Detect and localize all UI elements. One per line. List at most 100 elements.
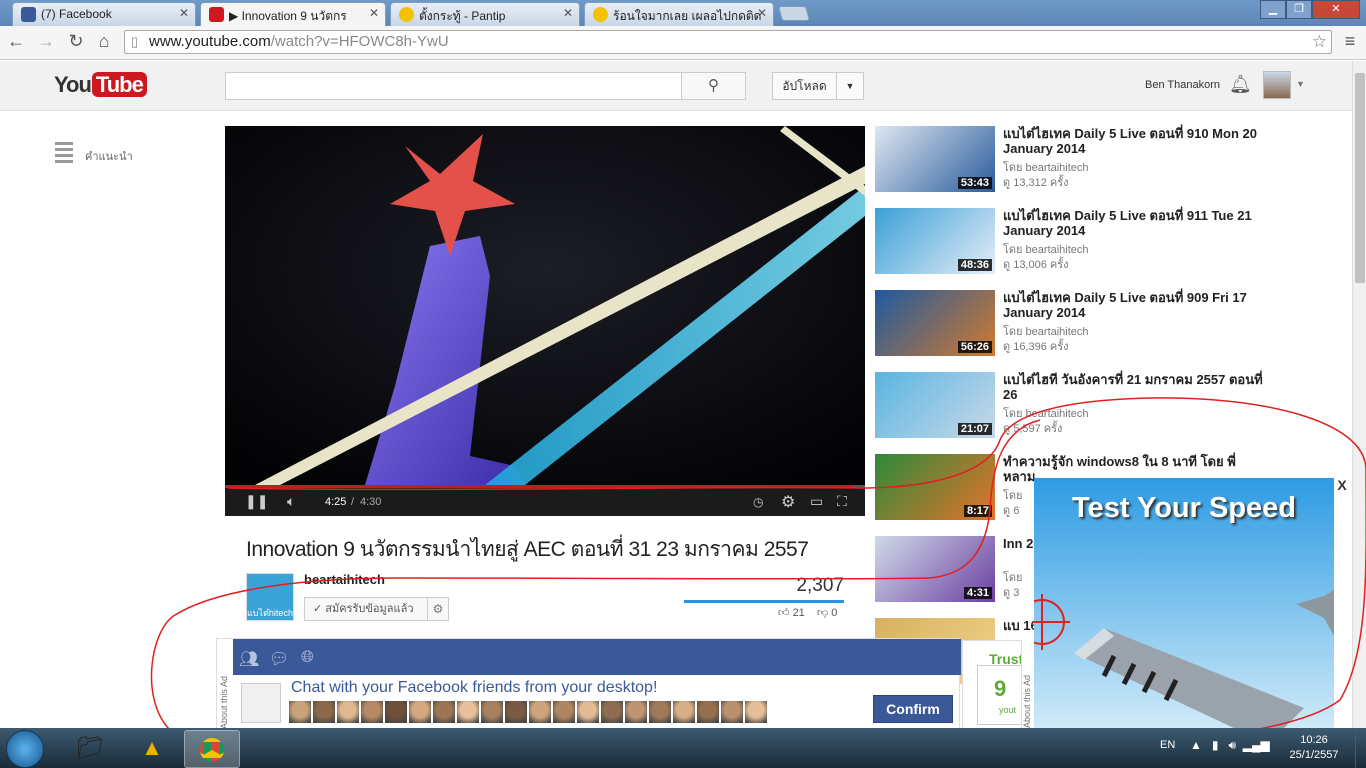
about-this-ad-label-2[interactable]: About this Ad: [1022, 675, 1032, 728]
video-duration: 53:43: [957, 177, 992, 189]
related-video-item[interactable]: 53:43 แบไต๋ไฮเทค Daily 5 Live ตอนที่ 910 …: [875, 126, 1257, 196]
language-indicator[interactable]: EN: [1160, 739, 1175, 751]
tray-expand-icon[interactable]: ▲: [1190, 738, 1202, 752]
youtube-icon: [209, 7, 224, 22]
speed-test-ad[interactable]: Test Your Speed: [1034, 478, 1334, 728]
facebook-ad[interactable]: 👥︎ 💬︎ 🌐︎ About this Ad Chat with your Fa…: [216, 637, 961, 730]
speaker-icon[interactable]: 🔊︎: [1229, 738, 1237, 752]
related-video-title[interactable]: แบไต๋ไฮเทค Daily 5 Live ตอนที่ 910 Mon 2…: [1003, 126, 1263, 156]
related-video-item[interactable]: 21:07 แบไต๋ไฮที วันอังคารที่ 21 มกราคม 25…: [875, 372, 1263, 442]
friend-face-icon: [553, 701, 575, 723]
time-total: 4:30: [360, 496, 382, 508]
trust-ad-sub: yout: [999, 705, 1017, 715]
minimize-button[interactable]: ▁: [1260, 0, 1286, 19]
friend-face-icon: [337, 701, 359, 723]
tab-pantip-1[interactable]: ตั้งกระทู้ - Pantip ✕: [390, 2, 580, 26]
network-icon[interactable]: ▂▄▆: [1243, 738, 1270, 752]
close-icon[interactable]: ✕: [563, 6, 573, 20]
bookmark-star-icon[interactable]: ☆: [1312, 31, 1327, 53]
watch-later-icon[interactable]: ◷: [753, 495, 763, 509]
aimp-icon[interactable]: ▲: [124, 730, 180, 768]
menu-icon[interactable]: ≡: [1338, 31, 1362, 52]
home-icon[interactable]: ⌂: [92, 31, 116, 52]
close-icon[interactable]: ✕: [757, 6, 767, 20]
video-thumbnail[interactable]: 21:07: [875, 372, 995, 438]
thumbs-down-icon[interactable]: 👎︎: [817, 607, 828, 619]
friend-face-icon: [361, 701, 383, 723]
close-icon[interactable]: ✕: [179, 6, 189, 20]
speed-ad-artwork: [1034, 590, 1334, 728]
profile-placeholder-icon: [241, 683, 281, 723]
clock[interactable]: 10:26 25/1/2557: [1284, 733, 1344, 763]
facebook-ad-text[interactable]: Chat with your Facebook friends from you…: [291, 679, 657, 697]
related-video-item[interactable]: 56:26 แบไต๋ไฮเทค Daily 5 Live ตอนที่ 909 …: [875, 290, 1255, 360]
trust-ad[interactable]: Trust 9 yout: [962, 640, 1022, 730]
user-name[interactable]: Ben Thanakorn: [1145, 79, 1220, 91]
video-thumbnail[interactable]: 53:43: [875, 126, 995, 192]
page-scrollbar[interactable]: [1352, 61, 1366, 729]
scrollbar-thumb[interactable]: [1355, 73, 1365, 283]
settings-gear-icon[interactable]: ⚙: [781, 492, 795, 512]
windows-taskbar: 📁︎ ▲ EN ▲ ▮ 🔊︎ ▂▄▆ 10:26 25/1/2557: [0, 728, 1366, 768]
search-input[interactable]: [225, 72, 682, 100]
channel-avatar[interactable]: แบไต๋hitech: [246, 573, 294, 621]
notifications-bell-icon[interactable]: 🔔︎: [1229, 74, 1252, 95]
tab-facebook[interactable]: (7) Facebook ✕: [12, 2, 196, 26]
search-button[interactable]: ⚲: [681, 72, 746, 100]
avatar[interactable]: [1263, 71, 1291, 99]
confirm-button[interactable]: Confirm: [873, 695, 953, 723]
forward-icon[interactable]: →: [34, 31, 58, 52]
channel-name[interactable]: beartaihitech: [304, 572, 385, 587]
related-video-item[interactable]: 48:36 แบไต๋ไฮเทค Daily 5 Live ตอนที่ 911 …: [875, 208, 1255, 278]
video-thumbnail[interactable]: 56:26: [875, 290, 995, 356]
window-close-button[interactable]: ✕: [1312, 0, 1360, 19]
show-desktop-button[interactable]: [1355, 728, 1366, 768]
reload-icon[interactable]: ↻: [64, 31, 88, 52]
subscribed-button[interactable]: ✓ สมัครรับข้อมูลแล้ว: [304, 597, 428, 621]
subscribed-label: สมัครรับข้อมูลแล้ว: [325, 603, 414, 615]
tab-pantip-2[interactable]: ร้อนใจมากเลย เผลอไปกดติด ✕: [584, 2, 774, 26]
back-icon[interactable]: ←: [4, 31, 28, 52]
upload-dropdown-button[interactable]: ▼: [836, 72, 864, 100]
speed-ad-close-icon[interactable]: X: [1334, 478, 1350, 494]
related-video-title[interactable]: แบไต๋ไฮที วันอังคารที่ 21 มกราคม 2557 ตอ…: [1003, 372, 1263, 402]
start-button[interactable]: [6, 730, 44, 768]
page-icon: ▯: [131, 34, 139, 49]
related-video-title[interactable]: แบไต๋ไฮเทค Daily 5 Live ตอนที่ 909 Fri 1…: [1003, 290, 1263, 320]
thumbs-up-icon[interactable]: 👍︎: [778, 607, 790, 619]
theater-mode-icon[interactable]: ▭: [810, 493, 823, 510]
friend-face-icon: [649, 701, 671, 723]
chrome-icon[interactable]: [184, 730, 240, 768]
video-thumbnail[interactable]: 48:36: [875, 208, 995, 274]
upload-button[interactable]: อัปโหลด: [772, 72, 837, 100]
file-explorer-icon[interactable]: 📁︎: [62, 730, 118, 768]
friend-face-icon: [409, 701, 431, 723]
volume-icon[interactable]: 🔈︎: [287, 493, 295, 510]
url-path: /watch?v=HFOWC8h-YwU: [270, 33, 449, 50]
maximize-button[interactable]: ❐: [1286, 0, 1312, 19]
youtube-header: You Tube ⚲ อัปโหลด ▼ Ben Thanakorn 🔔︎ ▼: [0, 61, 1352, 111]
tab-youtube[interactable]: ▶ Innovation 9 นวัตกร ✕: [200, 2, 386, 26]
youtube-logo[interactable]: You Tube: [54, 72, 147, 98]
address-bar[interactable]: ▯ www.youtube.com/watch?v=HFOWC8h-YwU ☆: [124, 30, 1332, 54]
video-player[interactable]: ❚❚ 🔈︎ 4:25 / 4:30 ◷ ⚙ ▭ ⛶: [225, 126, 865, 516]
video-thumbnail[interactable]: 4:31: [875, 536, 995, 602]
tray-app-icon[interactable]: ▮: [1212, 738, 1219, 752]
video-duration: 8:17: [963, 505, 992, 517]
close-icon[interactable]: ✕: [369, 6, 379, 20]
trust-ad-number: 9: [977, 665, 1021, 725]
video-frame: [225, 126, 865, 485]
friend-face-icon: [457, 701, 479, 723]
about-this-ad-label[interactable]: About this Ad: [219, 637, 229, 729]
friend-faces-strip: [289, 701, 789, 723]
pause-icon[interactable]: ❚❚: [245, 493, 268, 510]
subscription-settings-gear-icon[interactable]: ⚙: [427, 597, 449, 621]
fullscreen-icon[interactable]: ⛶: [837, 493, 847, 510]
new-tab-button[interactable]: [777, 6, 811, 21]
browser-toolbar: ← → ↻ ⌂ ▯ www.youtube.com/watch?v=HFOWC8…: [0, 26, 1366, 60]
video-thumbnail[interactable]: 8:17: [875, 454, 995, 520]
related-video-title[interactable]: แบไต๋ไฮเทค Daily 5 Live ตอนที่ 911 Tue 2…: [1003, 208, 1263, 238]
pantip-icon: [399, 7, 414, 22]
system-tray: ▲ ▮ 🔊︎ ▂▄▆: [1190, 738, 1270, 753]
account-chevron-down-icon[interactable]: ▼: [1296, 79, 1305, 89]
